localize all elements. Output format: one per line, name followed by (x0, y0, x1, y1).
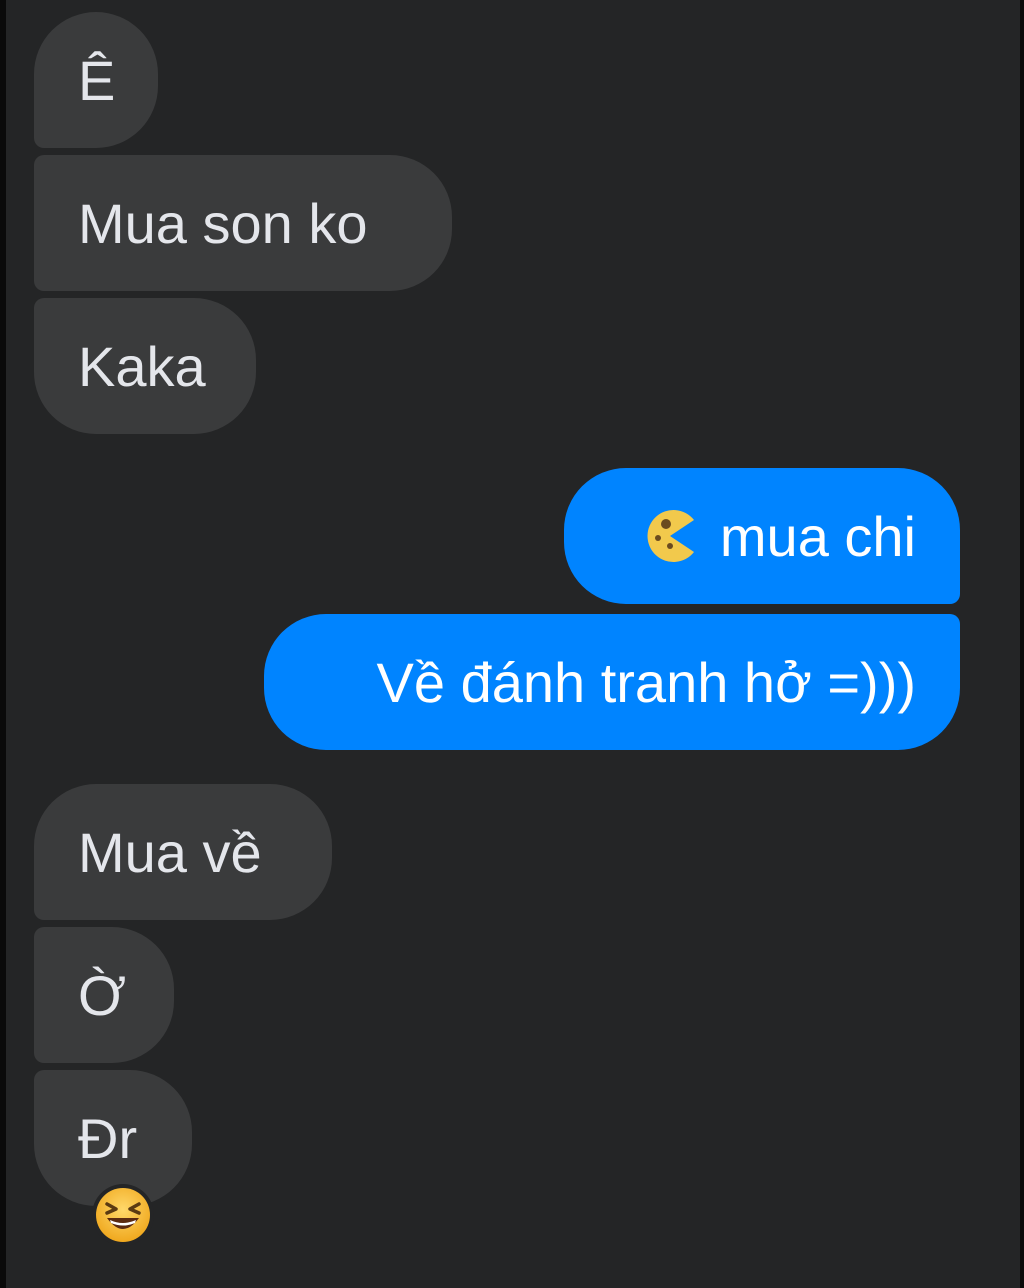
message-bubble-incoming[interactable]: Ờ (34, 927, 174, 1063)
message-text: Ờ (78, 963, 127, 1027)
message-text: Về đánh tranh hở =))) (376, 650, 916, 714)
message-bubble-outgoing[interactable]: mua chi (564, 468, 960, 604)
message-bubble-incoming[interactable]: Mua son ko (34, 155, 452, 291)
message-bubble-incoming[interactable]: Kaka (34, 298, 256, 434)
message-text: Đr (78, 1106, 138, 1170)
pacman-face-emoji-icon (642, 508, 698, 564)
message-text: Mua về (78, 820, 262, 884)
window-edge-left (0, 0, 6, 1288)
message-text: Kaka (78, 334, 206, 398)
message-bubble-outgoing[interactable]: Về đánh tranh hở =))) (264, 614, 960, 750)
message-bubble-incoming[interactable]: Mua về (34, 784, 332, 920)
message-bubble-incoming[interactable]: Ê (34, 12, 158, 148)
chat-thread: Ê Mua son ko Kaka mua chi Về đánh tranh … (0, 0, 1024, 1288)
window-edge-right (1020, 0, 1024, 1288)
message-text: Ê (78, 48, 116, 112)
message-text: mua chi (719, 504, 916, 568)
message-text: Mua son ko (78, 191, 368, 255)
grinning-squinting-face-reaction-icon[interactable] (92, 1184, 154, 1246)
